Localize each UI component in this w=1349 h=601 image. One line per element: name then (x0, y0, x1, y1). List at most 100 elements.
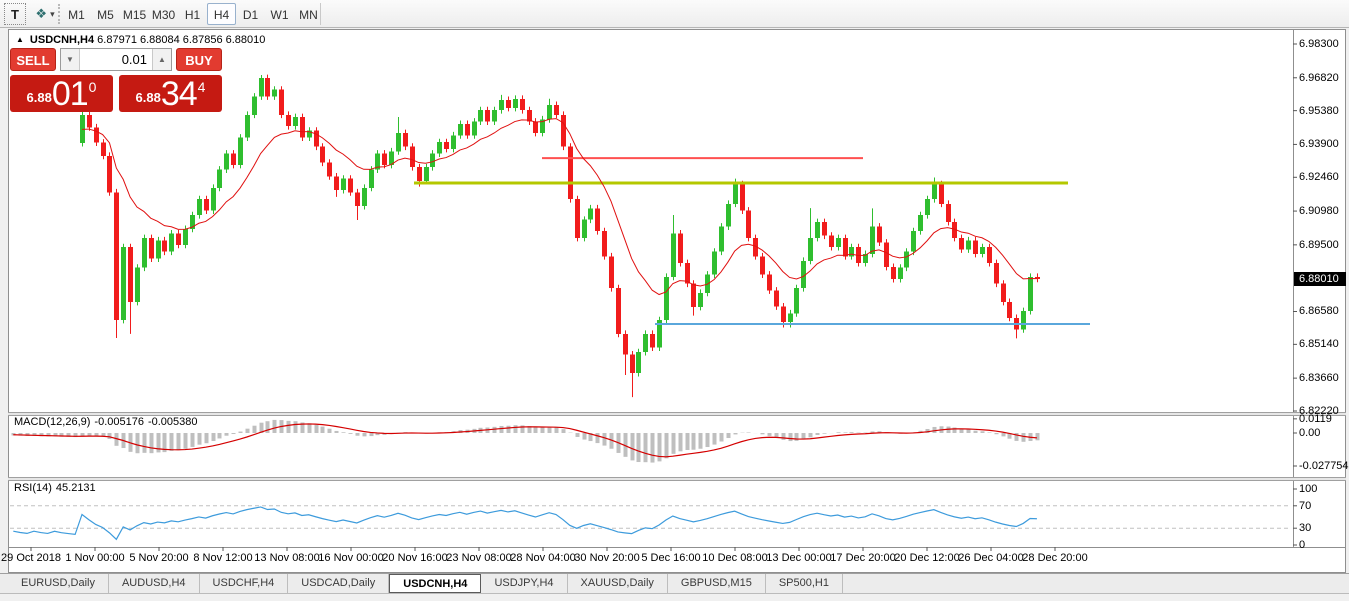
tab-usdcnh-h4[interactable]: USDCNH,H4 (389, 574, 481, 593)
candle (204, 199, 209, 210)
rsi-tick-label: 30 (1299, 522, 1311, 534)
candle (458, 124, 463, 135)
candle (994, 263, 999, 284)
tab-audusd-h4[interactable]: AUDUSD,H4 (109, 574, 200, 593)
candle (877, 227, 882, 243)
candle (575, 199, 580, 238)
candle (726, 204, 731, 227)
candle (320, 147, 325, 163)
candle (472, 122, 477, 136)
candle (176, 233, 181, 244)
one-click-trading-panel: SELL ▼ 0.01 ▲ BUY 6.88 01 0 6.88 34 4 (10, 48, 222, 112)
candle (128, 247, 133, 302)
buy-price-button[interactable]: 6.88 34 4 (119, 75, 222, 112)
candle (932, 184, 937, 199)
candle (259, 78, 264, 96)
macd-label: MACD(12,26,9)-0.005176-0.005380 (14, 416, 202, 428)
candle (272, 90, 277, 97)
candle (1028, 277, 1033, 311)
candle (891, 267, 896, 279)
candle (678, 233, 683, 263)
tab-sp500-h1[interactable]: SP500,H1 (766, 574, 843, 593)
candle (300, 117, 305, 138)
candle (870, 227, 875, 254)
tab-eurusd-daily[interactable]: EURUSD,Daily (8, 574, 109, 593)
price-tick-label: 6.85140 (1299, 338, 1339, 350)
sell-button[interactable]: SELL (10, 48, 56, 71)
macd-tick-label: 0.0119 (1299, 413, 1332, 425)
rsi-line (13, 507, 1037, 539)
candle (444, 142, 449, 149)
rsi-tick-label: 100 (1299, 483, 1317, 495)
candle (602, 231, 607, 256)
candle (925, 199, 930, 215)
candle (224, 154, 229, 170)
chart-title: ▲USDCNH,H4 6.87971 6.88084 6.87856 6.880… (16, 34, 265, 46)
candle (712, 252, 717, 275)
volume-input[interactable]: 0.01 (80, 49, 152, 70)
candle (430, 154, 435, 168)
candle (410, 147, 415, 168)
candle (636, 352, 641, 373)
candle (733, 184, 738, 204)
sell-price-button[interactable]: 6.88 01 0 (10, 75, 113, 112)
candle (1007, 302, 1012, 318)
buy-price-pipette: 4 (198, 79, 206, 95)
candle (616, 288, 621, 334)
tab-gbpusd-m15[interactable]: GBPUSD,M15 (668, 574, 766, 593)
price-tick-label: 6.90980 (1299, 205, 1339, 217)
candle (898, 268, 903, 279)
candle (169, 233, 174, 251)
candle (231, 154, 236, 165)
candle (533, 122, 538, 133)
candle (451, 135, 456, 149)
candle (1021, 311, 1026, 329)
mt4-window: T ❖ ▾ M1M5M15M30H1H4D1W1MN ▲USDCNH,H4 6.… (0, 0, 1349, 601)
price-tick-label: 6.89500 (1299, 239, 1339, 251)
candle (609, 256, 614, 288)
candle (829, 236, 834, 247)
candle (561, 115, 566, 147)
candle (630, 354, 635, 373)
candle (403, 133, 408, 147)
candle (513, 99, 518, 108)
candle (341, 179, 346, 190)
candle (211, 188, 216, 211)
candle (808, 238, 813, 261)
status-strip (0, 593, 1349, 601)
candle (595, 208, 600, 231)
candle (980, 247, 985, 254)
candle (506, 100, 511, 108)
candle (437, 142, 442, 153)
candle (424, 167, 429, 181)
tab-usdcad-daily[interactable]: USDCAD,Daily (288, 574, 389, 593)
sell-price-big: 01 (52, 79, 88, 109)
rsi-tick-label: 0 (1299, 539, 1305, 551)
candle (650, 334, 655, 348)
candle (485, 110, 490, 121)
collapse-arrow-icon: ▲ (16, 35, 24, 44)
candle (746, 211, 751, 238)
candle (884, 243, 889, 267)
tab-xauusd-daily[interactable]: XAUUSD,Daily (568, 574, 668, 593)
candle (101, 143, 106, 156)
candle (142, 238, 147, 268)
candle (671, 233, 676, 276)
candle (554, 105, 559, 115)
candle (623, 334, 628, 355)
candle (492, 110, 497, 121)
candle (987, 247, 992, 263)
volume-increase-button[interactable]: ▲ (152, 49, 171, 70)
current-price-marker: 6.88010 (1294, 272, 1346, 286)
candle (815, 222, 820, 238)
tab-usdjpy-h4[interactable]: USDJPY,H4 (481, 574, 567, 593)
candle (966, 240, 971, 249)
tab-usdchf-h4[interactable]: USDCHF,H4 (200, 574, 289, 593)
candle (348, 179, 353, 193)
buy-button[interactable]: BUY (176, 48, 222, 71)
macd-tick-label: 0.00 (1299, 427, 1320, 439)
candle (843, 238, 848, 256)
volume-stepper: ▼ 0.01 ▲ (60, 48, 172, 71)
candle (904, 252, 909, 268)
volume-decrease-button[interactable]: ▼ (61, 49, 80, 70)
